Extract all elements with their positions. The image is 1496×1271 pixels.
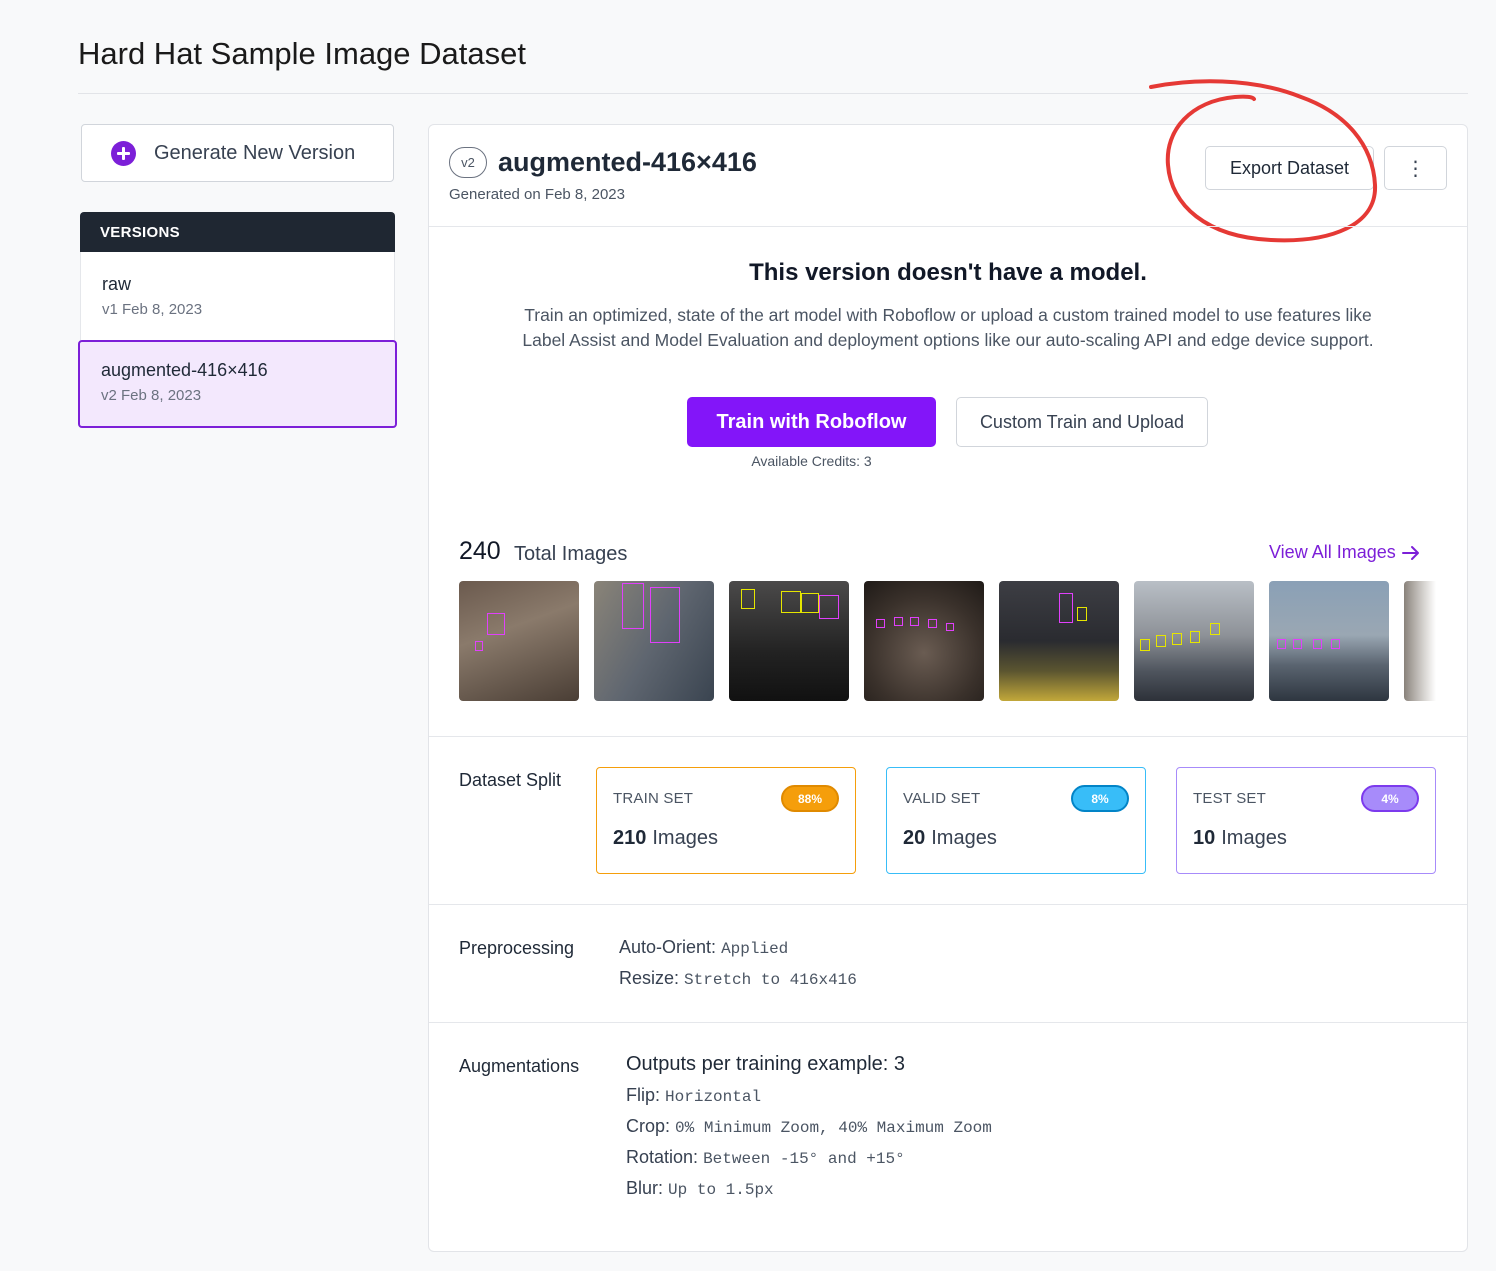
train-with-roboflow-button[interactable]: Train with Roboflow [687,397,936,447]
thumbnail-fade [1396,581,1436,701]
preprocessing-label: Preprocessing [459,938,575,958]
custom-train-upload-button[interactable]: Custom Train and Upload [956,397,1208,447]
generate-new-version-button[interactable]: Generate New Version [81,124,394,182]
vertical-dots-icon: ⋮ [1405,157,1426,180]
augmentation-item: Rotation: Between -15° and +15° [626,1147,905,1168]
page-title: Hard Hat Sample Image Dataset [78,36,526,71]
generated-date: Generated on Feb 8, 2023 [449,186,625,203]
version-badge: v2 [449,147,487,178]
images-divider [429,736,1467,737]
split-divider [429,904,1467,905]
preprocessing-item: Auto-Orient: Applied [619,937,789,958]
preprocessing-item: Resize: Stretch to 416x416 [619,968,857,989]
generate-label: Generate New Version [154,141,356,164]
no-model-title: This version doesn't have a model. [749,259,1147,286]
annotation-circle [1149,79,1378,243]
version-name: raw [102,274,132,294]
set-count: 20 Images [903,827,997,849]
version-panel: v2 augmented-416×416 Generated on Feb 8,… [428,79,1468,1252]
thumbnail-image[interactable] [999,581,1119,701]
set-count: 210 Images [613,827,718,849]
preprocessing-divider [429,1022,1467,1023]
image-thumbnails [459,581,1436,701]
arrow-right-icon [1401,545,1419,560]
thumbnail-image[interactable] [1269,581,1389,701]
view-all-images-link[interactable]: View All Images [1269,542,1420,563]
train-set-card[interactable]: TRAIN SET 88% 210 Images [596,767,856,874]
plus-circle-icon [111,140,136,166]
version-meta: v1 Feb 8, 2023 [102,301,203,318]
set-count: 10 Images [1193,827,1287,849]
valid-set-card[interactable]: VALID SET 8% 20 Images [886,767,1146,874]
header-divider [429,226,1467,227]
augmentation-item: Blur: Up to 1.5px [626,1178,774,1199]
thumbnail-image[interactable] [594,581,714,701]
version-item-raw[interactable]: raw v1 Feb 8, 2023 [80,252,395,340]
version-item-augmented[interactable]: augmented-416×416 v2 Feb 8, 2023 [78,340,397,428]
augmentation-item: Flip: Horizontal [626,1085,762,1106]
version-title: augmented-416×416 [498,147,757,177]
version-name: augmented-416×416 [101,360,268,380]
dataset-split-label: Dataset Split [459,770,562,790]
available-credits: Available Credits: 3 [751,453,872,469]
versions-header: VERSIONS [80,212,395,252]
total-images-label: Total Images [514,543,628,565]
view-all-label: View All Images [1269,542,1396,562]
augmentation-item: Crop: 0% Minimum Zoom, 40% Maximum Zoom [626,1116,992,1137]
thumbnail-image[interactable] [459,581,579,701]
test-set-card[interactable]: TEST SET 4% 10 Images [1176,767,1436,874]
set-percent-badge: 4% [1361,785,1419,812]
thumbnail-image[interactable] [1134,581,1254,701]
versions-list: VERSIONS raw v1 Feb 8, 2023 augmented-41… [78,212,397,428]
augmentations-title: Outputs per training example: 3 [626,1053,906,1075]
no-model-description: Train an optimized, state of the art mod… [522,305,1374,350]
thumbnail-image[interactable] [864,581,984,701]
thumbnail-image[interactable] [729,581,849,701]
augmentations-label: Augmentations [459,1056,580,1076]
more-options-button[interactable]: ⋮ [1384,146,1447,190]
total-images-count: 240 [459,537,501,565]
version-meta: v2 Feb 8, 2023 [101,387,202,404]
set-percent-badge: 88% [781,785,839,812]
set-percent-badge: 8% [1071,785,1129,812]
